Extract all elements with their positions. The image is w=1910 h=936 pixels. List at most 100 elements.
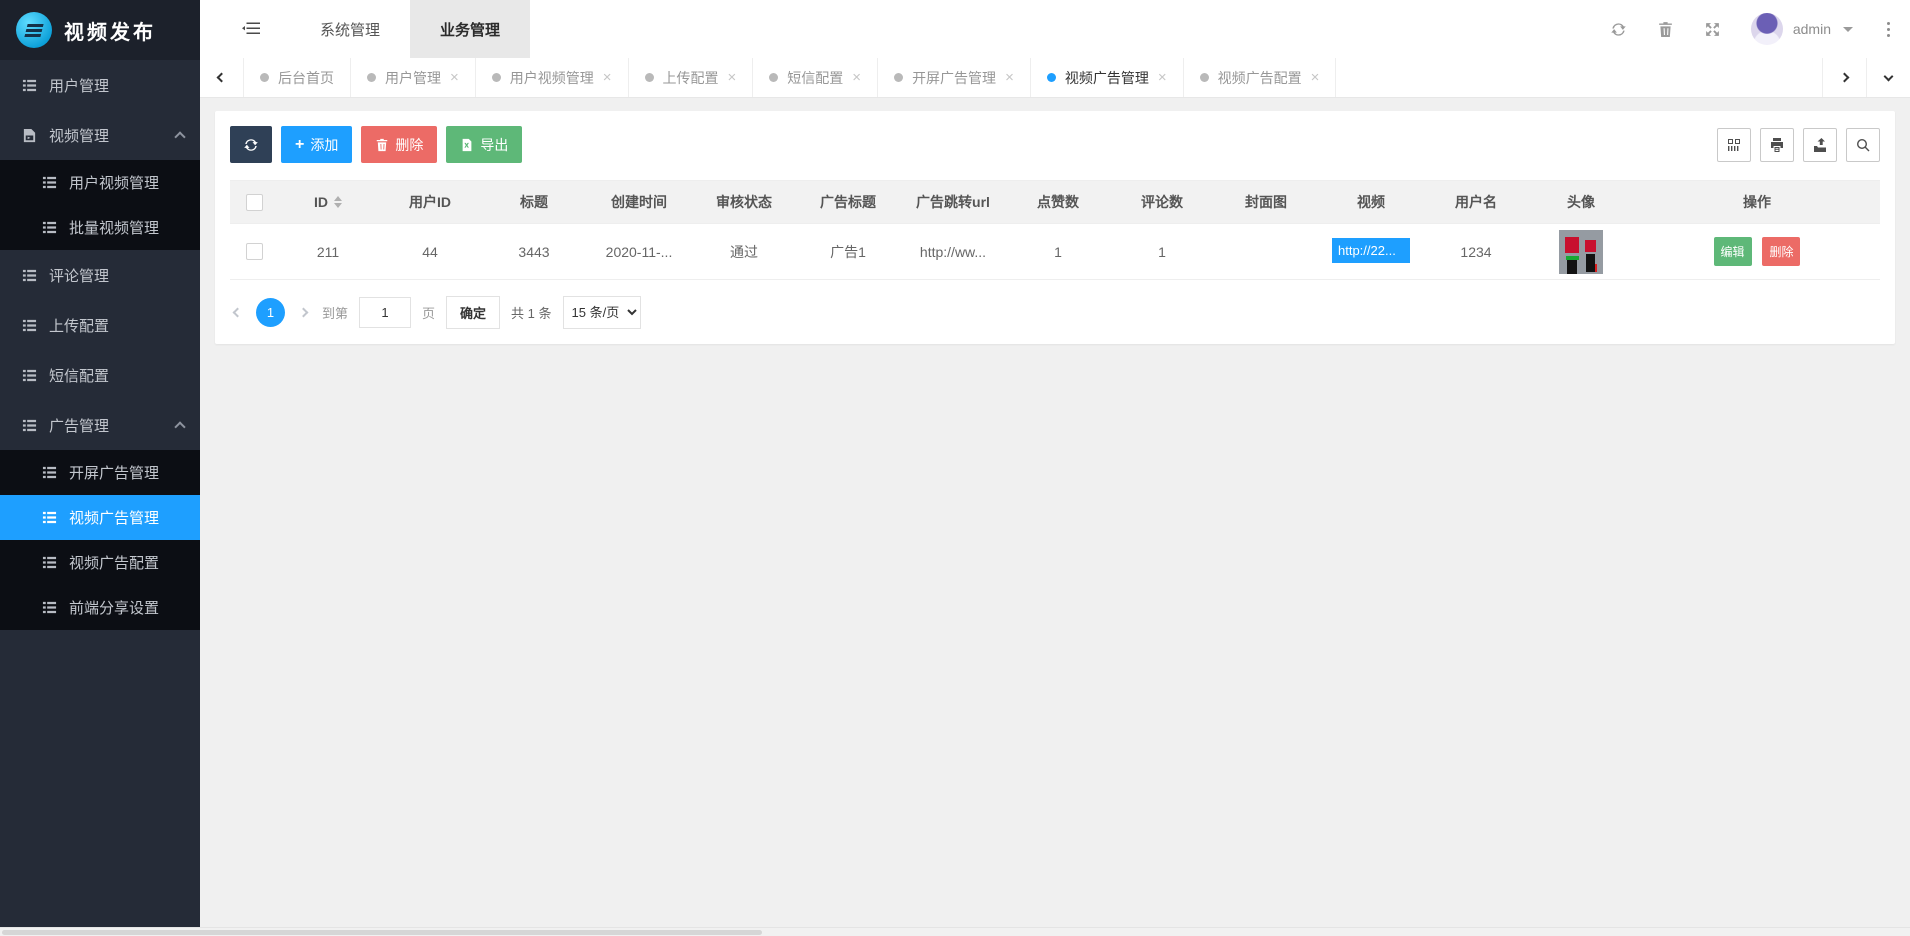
sidebar-item-video-ad-config[interactable]: 视频广告配置 [0, 540, 200, 585]
prev-page-button[interactable] [230, 305, 245, 320]
column-header-actions: 操作 [1634, 181, 1880, 224]
sidebar-group-video-management[interactable]: 视频管理 [0, 110, 200, 160]
column-header-ad-title: 广告标题 [796, 181, 900, 224]
video-link-badge[interactable]: http://22... [1332, 238, 1410, 263]
page-number-button[interactable]: 1 [256, 298, 285, 327]
tab-home[interactable]: 后台首页 [244, 58, 351, 97]
tab-sms-config[interactable]: 短信配置 × [753, 58, 878, 97]
column-header-avatar: 头像 [1528, 181, 1634, 224]
table-row: 211 44 3443 2020-11-... 通过 广告1 http://ww… [230, 224, 1880, 280]
confirm-page-button[interactable]: 确定 [446, 296, 500, 329]
tab-video-ad-config[interactable]: 视频广告配置 × [1184, 58, 1337, 97]
next-page-button[interactable] [296, 305, 311, 320]
close-icon[interactable]: × [1005, 70, 1014, 85]
tab-splash-ad-management[interactable]: 开屏广告管理 × [878, 58, 1031, 97]
data-table: ID 用户ID 标题 创建时间 审核状态 广告标题 广告跳转url 点赞数 评论… [230, 180, 1880, 280]
export-button-label: 导出 [480, 135, 508, 155]
sidebar-item-label: 上传配置 [49, 315, 184, 336]
topbar: 系统管理 业务管理 admin [200, 0, 1910, 58]
tab-dot-icon [769, 73, 778, 82]
goto-page-input[interactable] [359, 297, 411, 328]
trash-icon[interactable] [1657, 21, 1674, 38]
edit-button[interactable]: 编辑 [1714, 237, 1752, 266]
sidebar: 视频发布 用户管理 视频管理 用户视频管理 批量视频管理 评论管理 [0, 0, 200, 936]
sort-id-control[interactable] [334, 196, 342, 208]
tab-video-ad-management[interactable]: 视频广告管理 × [1031, 58, 1184, 97]
fullscreen-icon[interactable] [1704, 21, 1721, 38]
sidebar-item-user-management[interactable]: 用户管理 [0, 60, 200, 110]
close-icon[interactable]: × [852, 70, 861, 85]
column-header-username: 用户名 [1424, 181, 1528, 224]
export-file-icon [460, 138, 474, 152]
scrollbar-thumb[interactable] [2, 930, 762, 935]
tab-dot-icon [367, 73, 376, 82]
topbar-actions: admin [1610, 13, 1910, 45]
export-data-button[interactable] [1803, 128, 1837, 162]
page-size-select[interactable]: 15 条/页 [563, 296, 641, 329]
tab-user-video-management[interactable]: 用户视频管理 × [476, 58, 629, 97]
trash-icon [375, 138, 389, 152]
table-tool-icons [1717, 128, 1880, 162]
tab-dot-icon [1200, 73, 1209, 82]
search-button[interactable] [1846, 128, 1880, 162]
row-checkbox[interactable] [246, 243, 263, 260]
tabs-scroll-right-button[interactable] [1822, 58, 1866, 97]
sidebar-item-user-video-management[interactable]: 用户视频管理 [0, 160, 200, 205]
close-icon[interactable]: × [450, 70, 459, 85]
sidebar-item-label: 视频广告管理 [69, 507, 184, 528]
list-icon [22, 318, 37, 333]
sidebar-toggle-button[interactable] [200, 0, 290, 58]
row-avatar-image[interactable] [1559, 230, 1603, 274]
tabs-scroll-left-button[interactable] [200, 58, 244, 97]
tab-dot-icon [894, 73, 903, 82]
chevron-up-icon [174, 131, 185, 142]
refresh-button[interactable] [230, 126, 272, 163]
close-icon[interactable]: × [1158, 70, 1167, 85]
row-delete-button[interactable]: 删除 [1762, 237, 1800, 266]
app-root: 视频发布 用户管理 视频管理 用户视频管理 批量视频管理 评论管理 [0, 0, 1910, 936]
more-options-icon[interactable] [1883, 22, 1894, 37]
sidebar-group-label: 广告管理 [49, 415, 176, 436]
sidebar-item-sms-config[interactable]: 短信配置 [0, 350, 200, 400]
add-button[interactable]: + 添加 [281, 126, 352, 163]
tab-user-management[interactable]: 用户管理 × [351, 58, 476, 97]
sidebar-group-ad-management[interactable]: 广告管理 [0, 400, 200, 450]
column-header-created: 创建时间 [586, 181, 692, 224]
tab-dot-icon [1047, 73, 1056, 82]
search-icon [1855, 137, 1871, 153]
print-button[interactable] [1760, 128, 1794, 162]
sidebar-item-upload-config[interactable]: 上传配置 [0, 300, 200, 350]
header-nav-business-management[interactable]: 业务管理 [410, 0, 530, 58]
delete-button[interactable]: 删除 [361, 126, 437, 163]
tab-label: 视频广告管理 [1065, 68, 1149, 88]
close-icon[interactable]: × [1311, 70, 1320, 85]
close-icon[interactable]: × [728, 70, 737, 85]
tabs-menu-button[interactable] [1866, 58, 1910, 97]
sidebar-item-comment-management[interactable]: 评论管理 [0, 250, 200, 300]
sidebar-item-frontend-share-settings[interactable]: 前端分享设置 [0, 585, 200, 630]
tab-label: 视频广告配置 [1218, 68, 1302, 88]
chevron-up-icon [174, 421, 185, 432]
sidebar-submenu-ad: 开屏广告管理 视频广告管理 视频广告配置 前端分享设置 [0, 450, 200, 630]
export-button[interactable]: 导出 [446, 126, 522, 163]
video-file-icon [22, 128, 37, 143]
header-nav-label: 系统管理 [320, 19, 380, 40]
horizontal-scrollbar[interactable] [0, 927, 1910, 936]
sidebar-item-splash-ad-management[interactable]: 开屏广告管理 [0, 450, 200, 495]
close-icon[interactable]: × [603, 70, 612, 85]
tab-label: 用户视频管理 [510, 68, 594, 88]
header-nav-label: 业务管理 [440, 19, 500, 40]
column-header-video: 视频 [1318, 181, 1424, 224]
list-icon [22, 368, 37, 383]
select-all-checkbox[interactable] [246, 194, 263, 211]
tab-upload-config[interactable]: 上传配置 × [629, 58, 754, 97]
column-header-cover: 封面图 [1214, 181, 1318, 224]
content-area: + 添加 删除 导出 [200, 98, 1910, 936]
sidebar-item-video-ad-management[interactable]: 视频广告管理 [0, 495, 200, 540]
sidebar-item-label: 用户视频管理 [69, 172, 184, 193]
header-nav-system-management[interactable]: 系统管理 [290, 0, 410, 58]
refresh-icon[interactable] [1610, 21, 1627, 38]
sidebar-item-batch-video-management[interactable]: 批量视频管理 [0, 205, 200, 250]
user-menu[interactable]: admin [1751, 13, 1853, 45]
columns-filter-button[interactable] [1717, 128, 1751, 162]
